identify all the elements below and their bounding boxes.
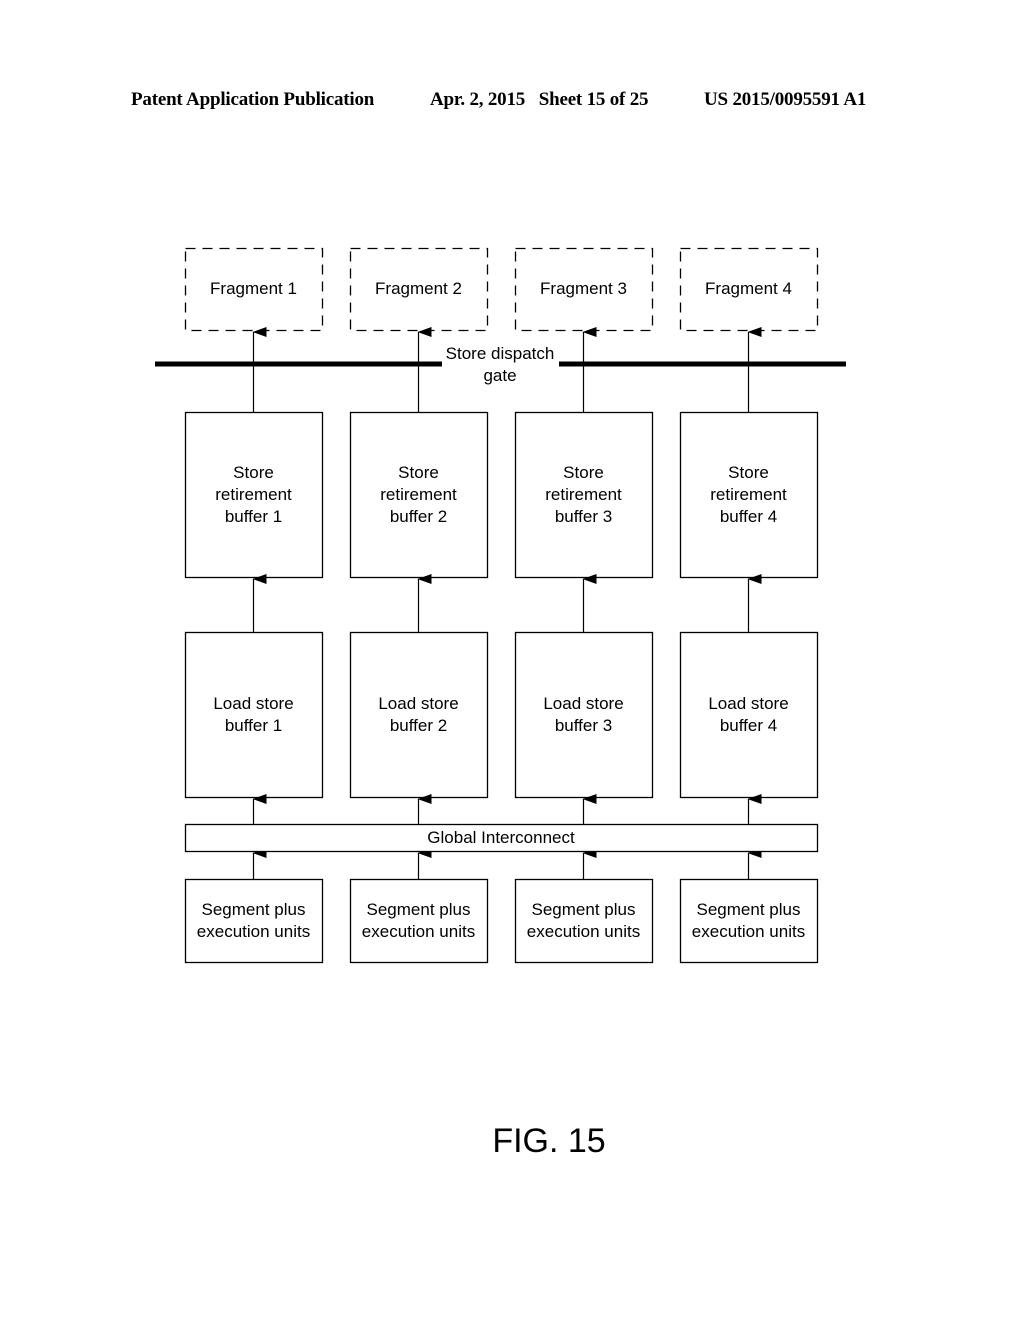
load-store-buffer-label-line: Load store — [708, 694, 788, 713]
load-store-buffer-label-line: buffer 2 — [390, 716, 447, 735]
global-interconnect-label-line: Global Interconnect — [427, 828, 575, 847]
store-dispatch-gate-label-line: Store dispatch — [446, 344, 555, 363]
store-retirement-buffer-label-line: buffer 4 — [720, 507, 777, 526]
store-retirement-buffer-label-line: Store — [728, 463, 769, 482]
store-retirement-buffer-label-line: Store — [233, 463, 274, 482]
load-store-buffer-box — [184, 631, 324, 799]
load-store-buffer-box — [679, 631, 819, 799]
segment-label-line: Segment plus — [697, 900, 801, 919]
store-retirement-buffer-label-line: buffer 3 — [555, 507, 612, 526]
load-store-buffer-label-line: Load store — [213, 694, 293, 713]
store-dispatch-gate-label-line: gate — [483, 366, 516, 385]
store-retirement-buffer-label-line: retirement — [380, 485, 457, 504]
store-retirement-buffer-label-line: retirement — [215, 485, 292, 504]
store-retirement-buffer-label-line: retirement — [710, 485, 787, 504]
load-store-buffer-label-line: Load store — [378, 694, 458, 713]
segment-label-line: execution units — [692, 922, 805, 941]
segment-box — [679, 878, 819, 964]
fragment-label-line: Fragment 2 — [375, 279, 462, 298]
store-retirement-buffer-label-line: buffer 1 — [225, 507, 282, 526]
load-store-buffer-box — [514, 631, 654, 799]
load-store-buffer-label-line: buffer 4 — [720, 716, 777, 735]
fig15-diagram: Store dispatch gate Fragment 1 Store retirem… — [155, 247, 846, 1160]
segment-label-line: execution units — [527, 922, 640, 941]
load-store-buffer-label-line: Load store — [543, 694, 623, 713]
segment-label-line: execution units — [197, 922, 310, 941]
load-store-buffer-label-line: buffer 1 — [225, 716, 282, 735]
store-retirement-buffer-label-line: Store — [398, 463, 439, 482]
store-retirement-buffer-label-line: retirement — [545, 485, 622, 504]
segment-box — [349, 878, 489, 964]
fragment-label-line: Fragment 1 — [210, 279, 297, 298]
segment-label-line: execution units — [362, 922, 475, 941]
fragment-label-line: Fragment 3 — [540, 279, 627, 298]
segment-label-line: Segment plus — [202, 900, 306, 919]
segment-box — [514, 878, 654, 964]
segment-label-line: Segment plus — [532, 900, 636, 919]
segment-label-line: Segment plus — [367, 900, 471, 919]
load-store-buffer-box — [349, 631, 489, 799]
fragment-label-line: Fragment 4 — [705, 279, 792, 298]
store-retirement-buffer-label-line: Store — [563, 463, 604, 482]
store-retirement-buffer-label-line: buffer 2 — [390, 507, 447, 526]
load-store-buffer-label-line: buffer 3 — [555, 716, 612, 735]
figure-label: FIG. 15 — [492, 1122, 605, 1160]
segment-box — [184, 878, 324, 964]
